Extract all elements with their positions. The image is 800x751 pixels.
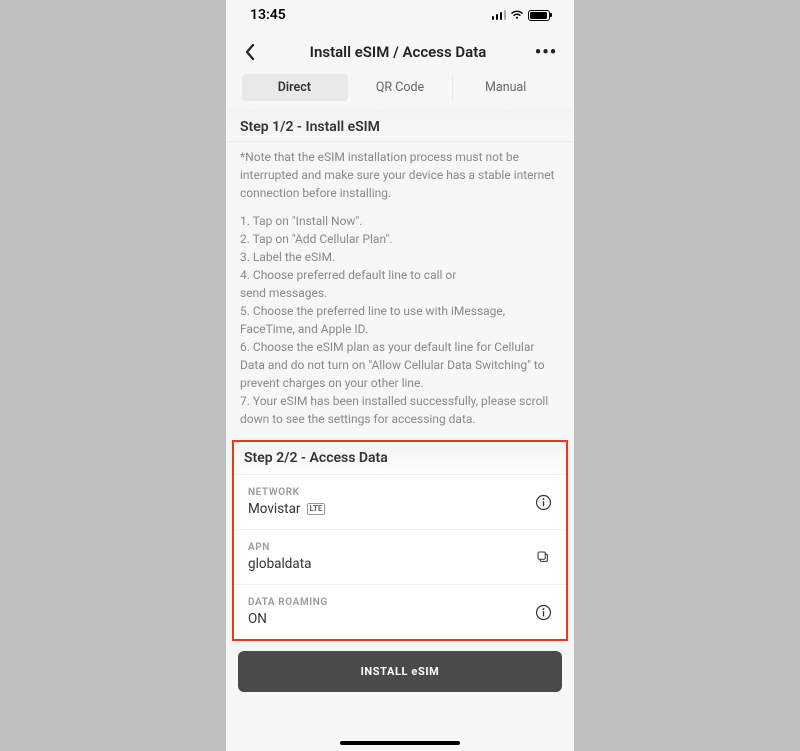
home-indicator[interactable] <box>340 741 460 746</box>
apn-label: APN <box>248 542 312 553</box>
battery-icon <box>528 10 550 21</box>
status-time: 13:45 <box>250 7 286 23</box>
cellular-icon <box>492 10 507 20</box>
copy-icon <box>535 549 551 565</box>
network-label: NETWORK <box>248 487 325 498</box>
page-title: Install eSIM / Access Data <box>310 43 487 61</box>
step2-header: Step 2/2 - Access Data <box>234 442 566 475</box>
step2-panel: Step 2/2 - Access Data NETWORK Movistar … <box>232 440 568 641</box>
apn-copy-button[interactable] <box>534 548 552 566</box>
info-icon <box>535 494 552 511</box>
info-icon <box>535 604 552 621</box>
step1-header: Step 1/2 - Install eSIM <box>226 109 574 142</box>
network-value: Movistar <box>248 501 301 517</box>
chevron-left-icon <box>244 43 256 61</box>
apn-row: APN globaldata <box>234 530 566 585</box>
roaming-row: DATA ROAMING ON <box>234 585 566 639</box>
roaming-label: DATA ROAMING <box>248 597 328 608</box>
tabs: Direct QR Code Manual <box>242 74 558 101</box>
tab-manual[interactable]: Manual <box>453 74 558 101</box>
status-bar: 13:45 <box>226 0 574 30</box>
lte-badge: LTE <box>307 503 326 515</box>
install-esim-button[interactable]: INSTALL eSIM <box>238 651 562 692</box>
roaming-info-button[interactable] <box>534 603 552 621</box>
apn-value: globaldata <box>248 556 312 572</box>
network-info-button[interactable] <box>534 493 552 511</box>
step1-instructions: 1. Tap on "Install Now". 2. Tap on "Add … <box>226 208 574 434</box>
phone-frame: 13:45 Install eSIM / Access Data ••• Dir… <box>226 0 574 751</box>
tab-direct[interactable]: Direct <box>242 74 348 101</box>
step1-note: *Note that the eSIM installation process… <box>226 142 574 208</box>
content: Step 1/2 - Install eSIM *Note that the e… <box>226 109 574 733</box>
nav-bar: Install eSIM / Access Data ••• <box>226 30 574 72</box>
back-button[interactable] <box>236 38 264 66</box>
more-button[interactable]: ••• <box>532 38 560 66</box>
roaming-value: ON <box>248 611 328 627</box>
tab-qrcode[interactable]: QR Code <box>348 74 454 101</box>
wifi-icon <box>510 10 524 20</box>
status-right <box>492 10 551 21</box>
network-value-line: Movistar LTE <box>248 501 325 517</box>
network-row: NETWORK Movistar LTE <box>234 475 566 530</box>
more-icon: ••• <box>535 42 557 63</box>
